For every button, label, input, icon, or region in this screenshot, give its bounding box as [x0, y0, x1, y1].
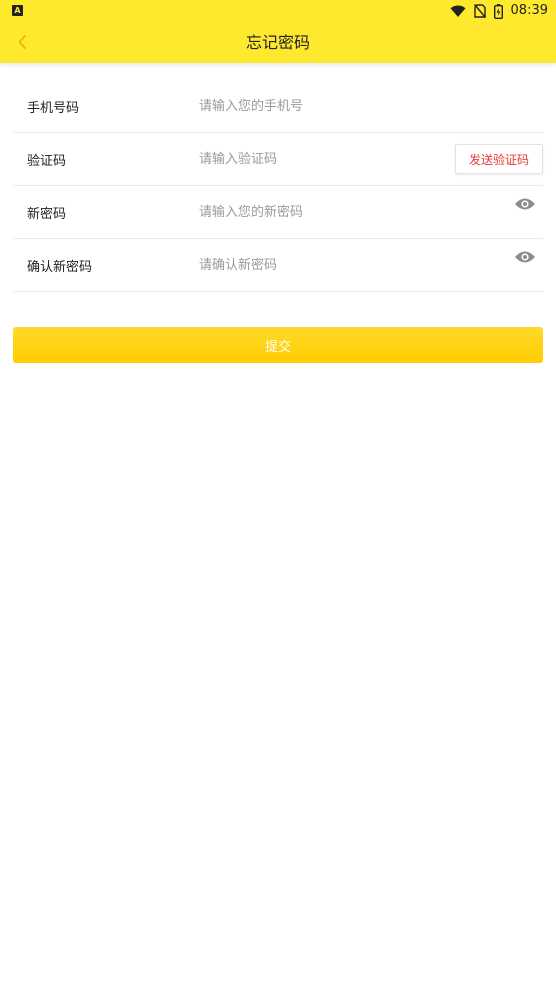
submit-button[interactable]: 提交	[13, 327, 543, 363]
navbar: 忘记密码	[0, 22, 556, 63]
new-password-label: 新密码	[27, 206, 67, 222]
battery-icon	[493, 3, 503, 19]
status-icons: 08:39	[450, 2, 548, 20]
new-password-input[interactable]	[199, 200, 429, 224]
phone-row: 手机号码	[13, 80, 543, 133]
notification-badge-icon: A	[12, 5, 23, 16]
phone-label: 手机号码	[27, 100, 80, 116]
no-sim-icon	[473, 4, 486, 18]
confirm-password-label: 确认新密码	[27, 259, 93, 275]
code-input[interactable]	[199, 147, 429, 171]
eye-icon[interactable]	[514, 249, 536, 265]
eye-icon[interactable]	[514, 196, 536, 212]
code-label: 验证码	[27, 153, 67, 169]
clock: 08:39	[510, 3, 548, 18]
phone-input[interactable]	[199, 94, 429, 118]
send-code-button[interactable]: 发送验证码	[455, 144, 543, 174]
status-bar: A 08:39	[0, 0, 556, 22]
reset-password-form: 手机号码 验证码 发送验证码 新密码 确认新密码	[13, 80, 543, 292]
page-title: 忘记密码	[245, 33, 310, 52]
confirm-password-input[interactable]	[199, 253, 429, 277]
code-row: 验证码 发送验证码	[13, 133, 543, 186]
new-password-row: 新密码	[13, 186, 543, 239]
confirm-password-row: 确认新密码	[13, 239, 543, 292]
header: A 08:39 忘记密码	[0, 0, 556, 63]
wifi-icon	[450, 5, 466, 17]
